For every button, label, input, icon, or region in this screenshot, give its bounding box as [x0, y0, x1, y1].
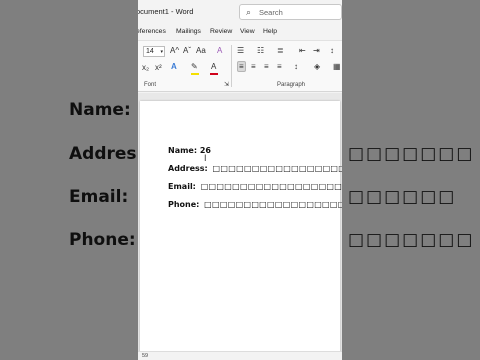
chevron-down-icon: ▾ [160, 49, 163, 55]
sort-button[interactable]: ↕ [330, 46, 334, 55]
word-window: ocument1 - Word ⌕ Search eferences Maili… [138, 0, 342, 360]
line-spacing-button[interactable]: ↕ [294, 62, 298, 71]
highlighter-icon: ✎ [191, 62, 198, 71]
field-address-label: Address: [168, 164, 208, 173]
superscript-button[interactable]: x² [155, 63, 162, 72]
font-color-swatch [210, 73, 218, 75]
search-icon: ⌕ [246, 7, 252, 17]
bullets-button[interactable]: ☰ [237, 46, 244, 55]
borders-button[interactable]: ▦ [333, 62, 341, 71]
highlight-button[interactable]: ✎ [191, 62, 198, 71]
ribbon: 14 ▾ A^ Aˇ Aa A x₂ x² A ✎ A Font ⇲ ☰ ☷ ≣… [138, 40, 342, 92]
ribbon-tabs: eferences Mailings Review View Help [138, 25, 342, 39]
font-size-value: 14 [146, 48, 154, 55]
bg-right-shade [342, 0, 480, 360]
numbering-button[interactable]: ☷ [257, 46, 264, 55]
decrease-indent-button[interactable]: ⇤ [299, 46, 306, 55]
field-phone-boxes[interactable]: □□□□□□□□□□□□□□□□□□ [204, 200, 342, 209]
bg-left-shade [0, 0, 138, 360]
document-page[interactable]: Name: 26 I Address: □□□□□□□□□□□□□□□□□□ E… [140, 101, 342, 353]
increase-indent-button[interactable]: ⇥ [313, 46, 320, 55]
tab-references[interactable]: eferences [138, 28, 166, 35]
text-cursor-icon: I [204, 153, 207, 163]
font-dialog-launcher-icon[interactable]: ⇲ [224, 81, 229, 88]
highlight-color-swatch [191, 73, 199, 75]
paragraph-group-label: Paragraph [277, 82, 306, 88]
tab-mailings[interactable]: Mailings [176, 28, 201, 35]
align-center-button[interactable]: ≡ [251, 62, 256, 71]
shrink-font-button[interactable]: Aˇ [183, 46, 191, 55]
change-case-button[interactable]: Aa [196, 46, 206, 55]
field-email-boxes[interactable]: □□□□□□□□□□□□□□□□□□ [201, 182, 342, 191]
document-canvas: Name: 26 I Address: □□□□□□□□□□□□□□□□□□ E… [138, 93, 342, 353]
title-bar: ocument1 - Word ⌕ Search [138, 0, 342, 24]
group-separator [231, 45, 232, 87]
field-email-label: Email: [168, 182, 196, 191]
document-title: ocument1 - Word [138, 7, 194, 16]
text-effects-button[interactable]: A [171, 62, 177, 71]
status-bar: 59 [138, 351, 342, 360]
justify-button[interactable]: ≡ [277, 62, 282, 71]
font-group-label: Font [144, 82, 157, 88]
field-phone: Phone: □□□□□□□□□□□□□□□□□□ [168, 200, 342, 209]
page-info: 59 [142, 353, 149, 359]
search-box[interactable]: ⌕ Search [239, 4, 342, 20]
tab-view[interactable]: View [240, 28, 255, 35]
field-address: Address: □□□□□□□□□□□□□□□□□□ [168, 164, 342, 173]
field-address-boxes[interactable]: □□□□□□□□□□□□□□□□□□ [213, 164, 342, 173]
align-left-button[interactable]: ≡ [237, 61, 246, 72]
field-phone-label: Phone: [168, 200, 200, 209]
subscript-button[interactable]: x₂ [142, 63, 149, 72]
search-placeholder: Search [259, 8, 283, 17]
font-color-button[interactable]: A [211, 62, 216, 71]
tab-help[interactable]: Help [263, 28, 277, 35]
grow-font-button[interactable]: A^ [170, 46, 179, 55]
tab-review[interactable]: Review [210, 28, 232, 35]
field-email: Email: □□□□□□□□□□□□□□□□□□ [168, 182, 342, 191]
font-size-select[interactable]: 14 ▾ [143, 46, 165, 57]
align-right-button[interactable]: ≡ [264, 62, 269, 71]
shading-button[interactable]: ◈ [314, 62, 320, 71]
clear-formatting-button[interactable]: A [217, 46, 222, 55]
field-name-label: Name: [168, 146, 198, 155]
multilevel-list-button[interactable]: ≣ [277, 46, 284, 55]
